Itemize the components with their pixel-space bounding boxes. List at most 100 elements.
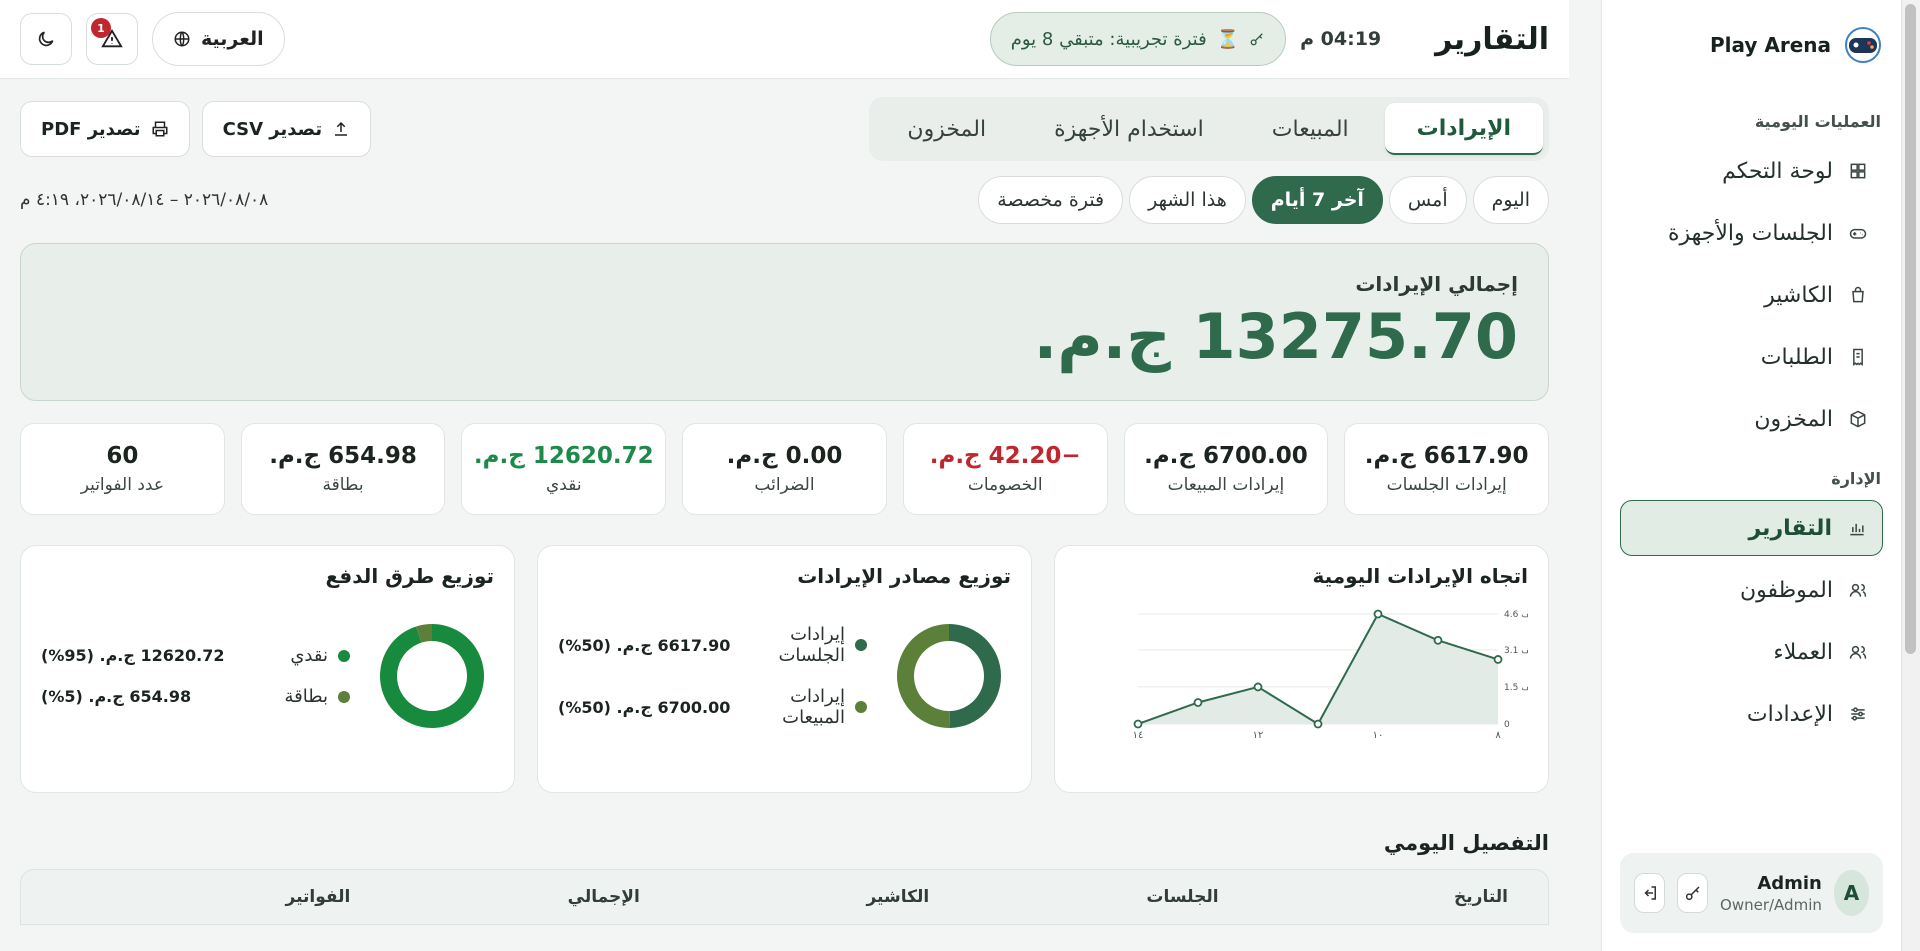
sidebar-item-label: لوحة التحكم	[1722, 158, 1833, 184]
period-chip-4[interactable]: فترة مخصصة	[978, 176, 1124, 224]
gamepad-icon	[1847, 222, 1869, 244]
y-tick-label: 0	[1504, 720, 1510, 730]
report-tabs: الإيرادات المبيعات استخدام الأجهزة المخزون	[869, 97, 1549, 161]
column-header-4: الفواتير	[285, 887, 351, 907]
moon-icon	[38, 31, 54, 47]
trend-area	[1138, 614, 1498, 724]
user-info: Admin Owner/Admin	[1720, 873, 1822, 914]
sidebar-item-label: العملاء	[1773, 639, 1833, 665]
kpi-card-1: 6700.00 ج.م. إيرادات المبيعات	[1123, 423, 1329, 515]
export-csv-label: تصدير CSV	[222, 118, 323, 140]
dark-mode-button[interactable]	[20, 13, 72, 65]
hourglass-icon: ⏳	[1216, 28, 1240, 50]
language-button[interactable]: العربية	[152, 12, 285, 66]
legend-name: إيرادات الجلسات	[778, 624, 845, 666]
scrollbar-thumb[interactable]	[1905, 4, 1916, 654]
legend-value: 12620.72 ج.م. (95%)	[41, 646, 225, 665]
legend-value: 6700.00 ج.م. (50%)	[558, 697, 731, 717]
trend-point	[1493, 655, 1503, 664]
legend-dot	[338, 649, 350, 662]
y-tick-label: 1.5 ألف	[1504, 681, 1528, 693]
kpi-card-6: 60 عدد الفواتير	[19, 423, 225, 515]
period-chip-2[interactable]: آخر 7 أيام	[1251, 176, 1383, 224]
sidebar-item-ops-2[interactable]: الكاشير	[1620, 267, 1883, 323]
sidebar-item-admin-1[interactable]: الموظفون	[1620, 562, 1883, 618]
export-actions: تصدير CSV تصدير PDF	[20, 101, 372, 157]
daily-table-header: التاريخ الجلسات الكاشير الإجمالي الفواتير	[20, 869, 1549, 925]
trend-point	[1253, 682, 1263, 692]
payment-methods-title: توزيع طرق الدفع	[325, 564, 495, 588]
kpi-label: نقدي	[545, 475, 582, 495]
page-scrollbar[interactable]	[1901, 0, 1920, 951]
legend-dot	[855, 701, 867, 713]
brand-name: Play Arena	[1709, 33, 1831, 57]
bag-icon	[1847, 284, 1869, 306]
revenue-sources-legend: إيرادات الجلسات 6617.90 ج.م. (50%) إيرادات…	[558, 624, 867, 728]
sidebar-item-ops-3[interactable]: الطلبات	[1620, 329, 1883, 385]
change-password-button[interactable]	[1677, 873, 1709, 913]
sidebar-item-admin-0[interactable]: التقارير	[1620, 500, 1883, 556]
alerts-button[interactable]: 1	[86, 13, 138, 65]
trend-point	[1313, 719, 1323, 729]
column-header-0: التاريخ	[1454, 887, 1508, 907]
x-tick-label: ١٠	[1373, 730, 1384, 741]
sidebar-item-ops-1[interactable]: الجلسات والأجهزة	[1620, 205, 1883, 261]
x-tick-label: ٨	[1495, 730, 1501, 741]
period-filters: اليوم أمس آخر 7 أيام هذا الشهر فترة مخصصة	[978, 176, 1549, 224]
tab-3[interactable]: المخزون	[875, 103, 1018, 155]
donut-slice	[897, 624, 951, 728]
sidebar-item-label: الجلسات والأجهزة	[1667, 220, 1833, 246]
user-role: Owner/Admin	[1720, 895, 1822, 914]
sidebar-item-admin-2[interactable]: العملاء	[1620, 624, 1883, 680]
user-card: A Admin Owner/Admin	[1620, 853, 1883, 933]
kpi-label: إيرادات الجلسات	[1386, 475, 1507, 495]
section-label-admin: الإدارة	[1831, 469, 1881, 488]
logout-icon	[1643, 886, 1656, 900]
kpi-card-3: 0.00 ج.م. الضرائب	[682, 423, 887, 515]
logout-button[interactable]	[1634, 873, 1666, 913]
legend-name: إيرادات المبيعات	[782, 686, 845, 728]
legend-item: إيرادات المبيعات 6700.00 ج.م. (50%)	[558, 686, 867, 728]
trial-badge[interactable]: ⏳ فترة تجريبية: متبقي 8 يوم	[989, 12, 1287, 66]
kpi-label: عدد الفواتير	[80, 475, 164, 495]
key-icon	[1685, 886, 1700, 901]
period-chip-0[interactable]: اليوم	[1472, 176, 1549, 224]
gamepad-logo-icon	[1845, 27, 1881, 63]
tab-1[interactable]: المبيعات	[1240, 103, 1381, 155]
legend-item: بطاقة 654.98 ج.م. (5%)	[41, 686, 350, 707]
daily-breakdown-title: التفصيل اليومي	[1383, 831, 1549, 855]
users-icon	[1847, 579, 1869, 601]
total-revenue-card: إجمالي الإيرادات 13275.70 ج.م.	[20, 243, 1549, 401]
kpi-value: 0.00 ج.م.	[726, 443, 843, 469]
revenue-trend-title: اتجاه الإيرادات اليومية	[1312, 564, 1528, 588]
trend-point	[1373, 609, 1383, 619]
language-label: العربية	[201, 28, 264, 50]
trial-text: فترة تجريبية: متبقي 8 يوم	[1010, 28, 1207, 50]
sidebar: Play Arena العمليات اليومية لوحة التحكم ا…	[1601, 0, 1901, 951]
y-tick-label: 3.1 ألف	[1504, 644, 1528, 656]
kpi-value: 6700.00 ج.م.	[1144, 443, 1308, 469]
export-pdf-button[interactable]: تصدير PDF	[20, 101, 190, 157]
sidebar-item-label: الموظفون	[1739, 577, 1833, 603]
x-tick-label: ١٤	[1133, 730, 1144, 741]
user-name: Admin	[1757, 872, 1822, 894]
trend-point	[1193, 698, 1203, 707]
grid-icon	[1847, 160, 1869, 182]
total-revenue-value: 13275.70 ج.م.	[1033, 300, 1518, 373]
payment-methods-donut	[380, 624, 484, 728]
brand[interactable]: Play Arena	[1620, 0, 1883, 90]
kpi-label: الخصومات	[967, 475, 1043, 495]
alert-count-badge: 1	[91, 18, 111, 38]
sidebar-item-ops-0[interactable]: لوحة التحكم	[1620, 143, 1883, 199]
sidebar-item-label: الكاشير	[1764, 282, 1833, 308]
tab-2[interactable]: استخدام الأجهزة	[1022, 103, 1236, 155]
sidebar-item-admin-3[interactable]: الإعدادات	[1620, 686, 1883, 742]
tab-0[interactable]: الإيرادات	[1384, 103, 1543, 155]
trend-point	[1133, 719, 1143, 729]
period-chip-1[interactable]: أمس	[1388, 176, 1467, 224]
revenue-sources-donut	[897, 624, 1002, 728]
legend-dot	[338, 690, 350, 703]
export-csv-button[interactable]: تصدير CSV	[201, 101, 372, 157]
period-chip-3[interactable]: هذا الشهر	[1129, 176, 1246, 224]
sidebar-item-ops-4[interactable]: المخزون	[1620, 391, 1883, 447]
